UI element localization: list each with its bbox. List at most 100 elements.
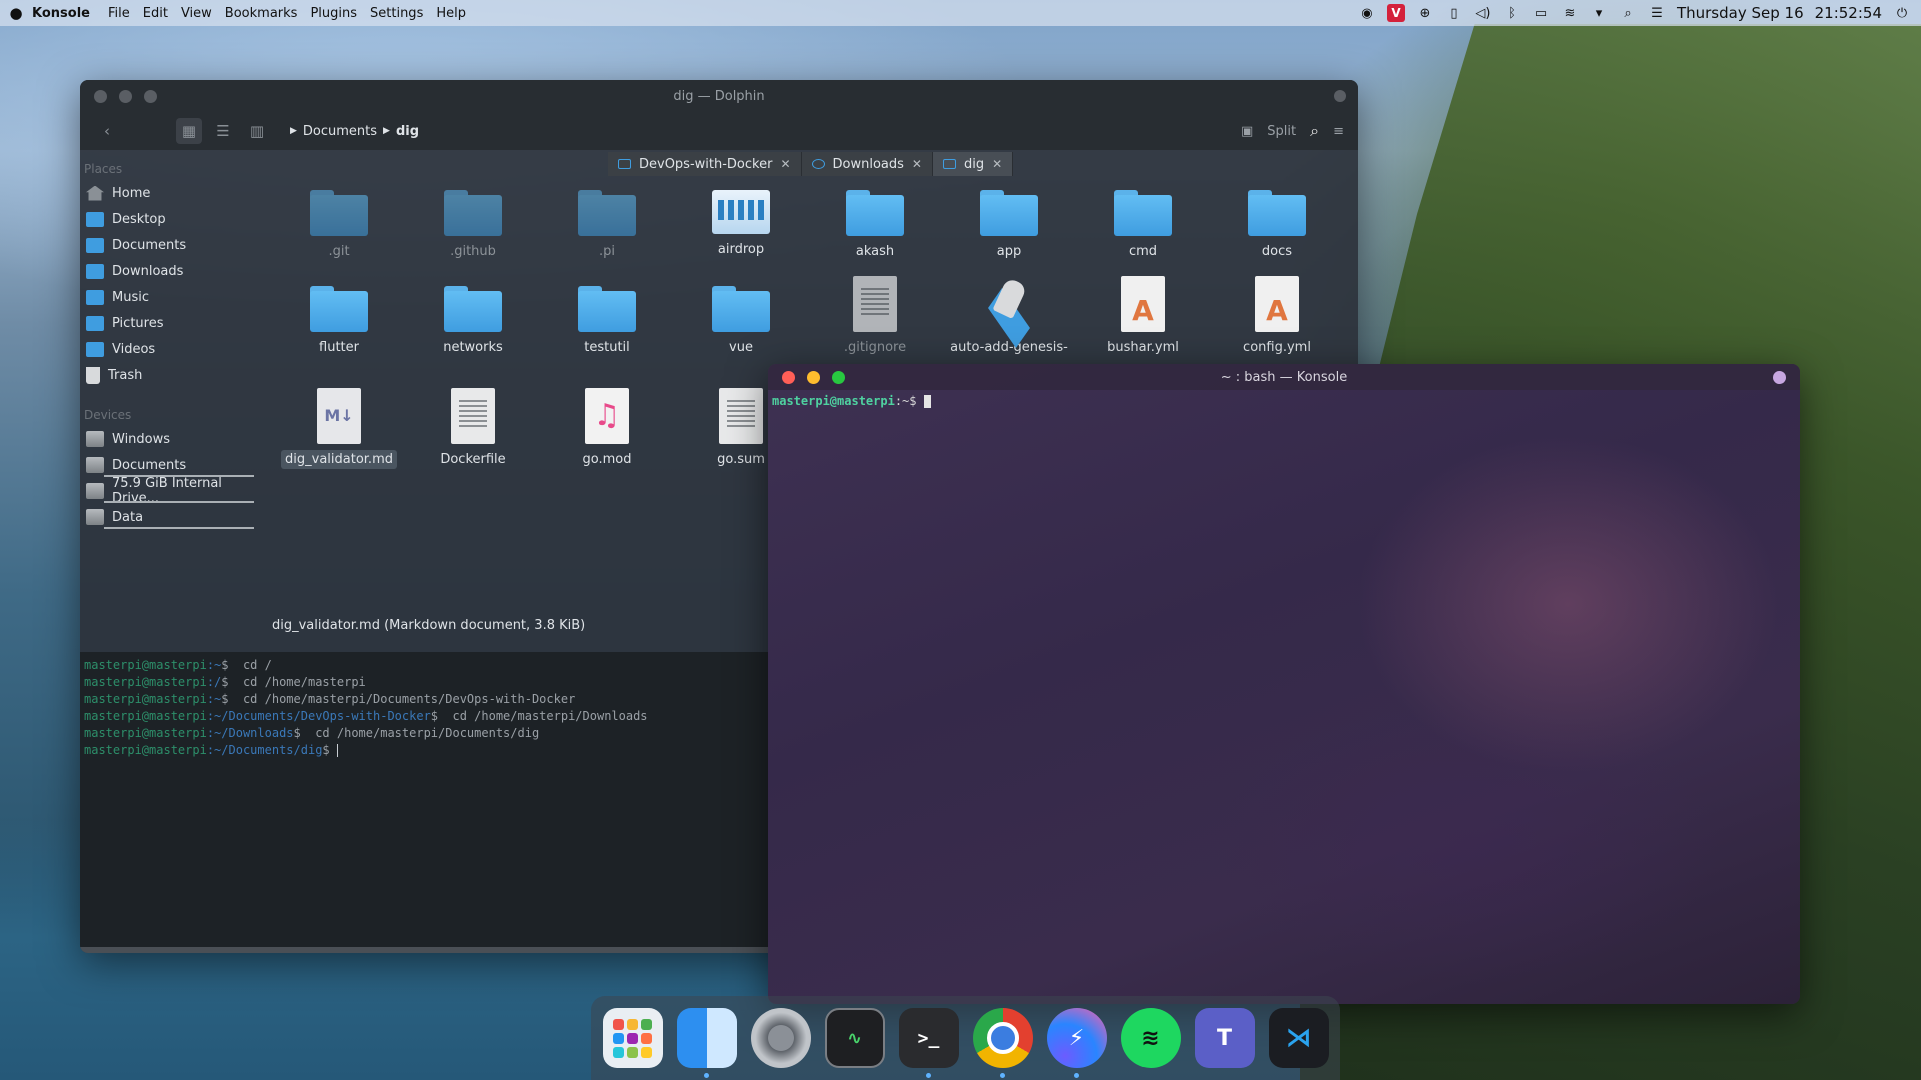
spotify-icon[interactable]: ≋ (1120, 1008, 1181, 1068)
clock-date[interactable]: Thursday Sep 16 (1677, 4, 1804, 22)
system-preferences-icon[interactable] (750, 1008, 811, 1068)
terminal-prompt: masterpi@masterpi (84, 675, 207, 689)
messenger-icon[interactable]: ⚡ (1046, 1008, 1107, 1078)
chevron-down-icon[interactable]: ▾ (1590, 5, 1608, 21)
sidebar-item-pictures[interactable]: Pictures (80, 310, 262, 336)
music-note-icon: ♫ (593, 398, 621, 433)
vivaldi-icon[interactable]: V (1386, 4, 1405, 22)
konsole-titlebar[interactable]: ~ : bash — Konsole (768, 364, 1800, 390)
file-item[interactable]: akash (816, 190, 934, 259)
file-item[interactable]: .pi (548, 190, 666, 259)
terminal-icon[interactable]: >_ (898, 1008, 959, 1078)
terminal-prompt: masterpi@masterpi (84, 692, 207, 706)
sidebar-item-music[interactable]: Music (80, 284, 262, 310)
file-item[interactable]: ♫ go.mod (548, 388, 666, 467)
menu-bookmarks[interactable]: Bookmarks (225, 6, 298, 21)
apple-icon[interactable]: ● (0, 4, 32, 22)
sidebar-item-data[interactable]: Data (80, 504, 262, 530)
dolphin-titlebar[interactable]: dig — Dolphin (80, 80, 1358, 112)
close-icon[interactable]: ✕ (912, 157, 922, 171)
file-item[interactable]: airdrop (682, 190, 800, 257)
file-item[interactable]: networks (414, 286, 532, 355)
file-name: app (996, 244, 1022, 259)
sidebar-item-home[interactable]: Home (80, 180, 262, 206)
sidebar-item-windows[interactable]: Windows (80, 426, 262, 452)
file-item[interactable]: flutter (280, 286, 398, 355)
hamburger-menu-icon[interactable]: ≡ (1333, 124, 1344, 139)
search-icon[interactable]: ⌕ (1310, 121, 1319, 141)
chrome-icon[interactable] (972, 1008, 1033, 1078)
back-icon[interactable]: ‹ (94, 118, 120, 144)
running-indicator (1073, 1073, 1079, 1078)
split-button[interactable]: Split (1267, 124, 1296, 139)
clipboard-icon[interactable]: ▯ (1445, 5, 1463, 21)
file-item[interactable]: .gitignore (816, 276, 934, 355)
menu-plugins[interactable]: Plugins (310, 6, 357, 21)
launchpad-icon[interactable] (602, 1008, 663, 1068)
file-item[interactable]: vue (682, 286, 800, 355)
sidebar-item-videos[interactable]: Videos (80, 336, 262, 362)
app-name[interactable]: Konsole (32, 6, 90, 21)
menu-settings[interactable]: Settings (370, 6, 423, 21)
bluetooth-icon[interactable]: ᛒ (1503, 5, 1521, 21)
columns-view-icon[interactable]: ▥ (244, 118, 270, 144)
breadcrumb-documents[interactable]: Documents (303, 124, 377, 139)
close-icon[interactable]: ✕ (780, 157, 790, 171)
forward-icon[interactable] (128, 118, 168, 144)
menu-help[interactable]: Help (436, 6, 466, 21)
file-item[interactable]: Aconfig.yml (1218, 276, 1336, 355)
file-name: auto-add-genesis- (950, 340, 1068, 355)
update-icon[interactable]: ⊕ (1416, 5, 1434, 21)
display-icon[interactable]: ▭ (1532, 5, 1550, 21)
window-menu-button[interactable] (1773, 371, 1786, 384)
minimize-button[interactable] (119, 89, 132, 103)
sidebar-item-downloads[interactable]: Downloads (80, 258, 262, 284)
vscode-icon[interactable]: ⋊ (1268, 1008, 1329, 1068)
file-item[interactable]: cmd (1084, 190, 1202, 259)
sidebar-item-internal-drive[interactable]: 75.9 GiB Internal Drive... (80, 476, 262, 506)
folder-icon (846, 190, 904, 236)
tab-downloads[interactable]: Downloads ✕ (801, 152, 933, 176)
tab-label: dig (963, 156, 985, 172)
volume-icon[interactable]: ◁) (1474, 5, 1492, 21)
details-view-icon[interactable]: ☰ (210, 118, 236, 144)
power-icon[interactable]: ⏻ (1893, 5, 1911, 21)
terminal-cursor (336, 744, 338, 757)
menu-view[interactable]: View (181, 6, 212, 21)
tab-devops-with-docker[interactable]: DevOps-with-Docker ✕ (608, 152, 802, 176)
split-icon[interactable]: ▣ (1241, 124, 1253, 139)
breadcrumb-dig[interactable]: dig (396, 124, 419, 139)
window-menu-button[interactable] (1334, 90, 1346, 102)
file-item[interactable]: .github (414, 190, 532, 259)
wifi-icon[interactable]: ≋ (1561, 5, 1579, 21)
activity-monitor-icon[interactable]: ∿ (824, 1008, 885, 1068)
finder-icon[interactable] (676, 1008, 737, 1078)
yaml-file-icon: A (1255, 276, 1299, 332)
file-item[interactable]: docs (1218, 190, 1336, 259)
file-item[interactable]: app (950, 190, 1068, 259)
close-button[interactable] (94, 89, 107, 103)
menu-edit[interactable]: Edit (143, 6, 168, 21)
teams-icon[interactable]: T (1194, 1008, 1255, 1068)
tab-dig[interactable]: dig ✕ (932, 152, 1014, 176)
file-item[interactable]: testutil (548, 286, 666, 355)
file-item[interactable]: .git (280, 190, 398, 259)
icons-view-icon[interactable]: ▦ (176, 118, 202, 144)
terminal-prompt: masterpi@masterpi (772, 394, 895, 408)
discord-icon[interactable]: ◉ (1358, 5, 1376, 21)
control-center-icon[interactable]: ☰ (1648, 5, 1666, 21)
file-item[interactable]: Dockerfile (414, 388, 532, 467)
sidebar-item-documents-drive[interactable]: Documents (80, 452, 262, 478)
sidebar-item-trash[interactable]: Trash (80, 362, 262, 388)
search-icon[interactable]: ⌕ (1619, 5, 1637, 21)
file-item[interactable]: auto-add-genesis- (950, 276, 1068, 355)
sidebar-item-desktop[interactable]: Desktop (80, 206, 262, 232)
close-icon[interactable]: ✕ (992, 157, 1002, 171)
maximize-button[interactable] (144, 89, 157, 103)
file-item[interactable]: Abushar.yml (1084, 276, 1202, 355)
file-item-selected[interactable]: M↓ dig_validator.md (280, 388, 398, 469)
clock-time[interactable]: 21:52:54 (1815, 4, 1882, 22)
sidebar-item-documents[interactable]: Documents (80, 232, 262, 258)
konsole-terminal[interactable]: masterpi@masterpi:~$ (768, 390, 1800, 412)
menu-file[interactable]: File (108, 6, 130, 21)
